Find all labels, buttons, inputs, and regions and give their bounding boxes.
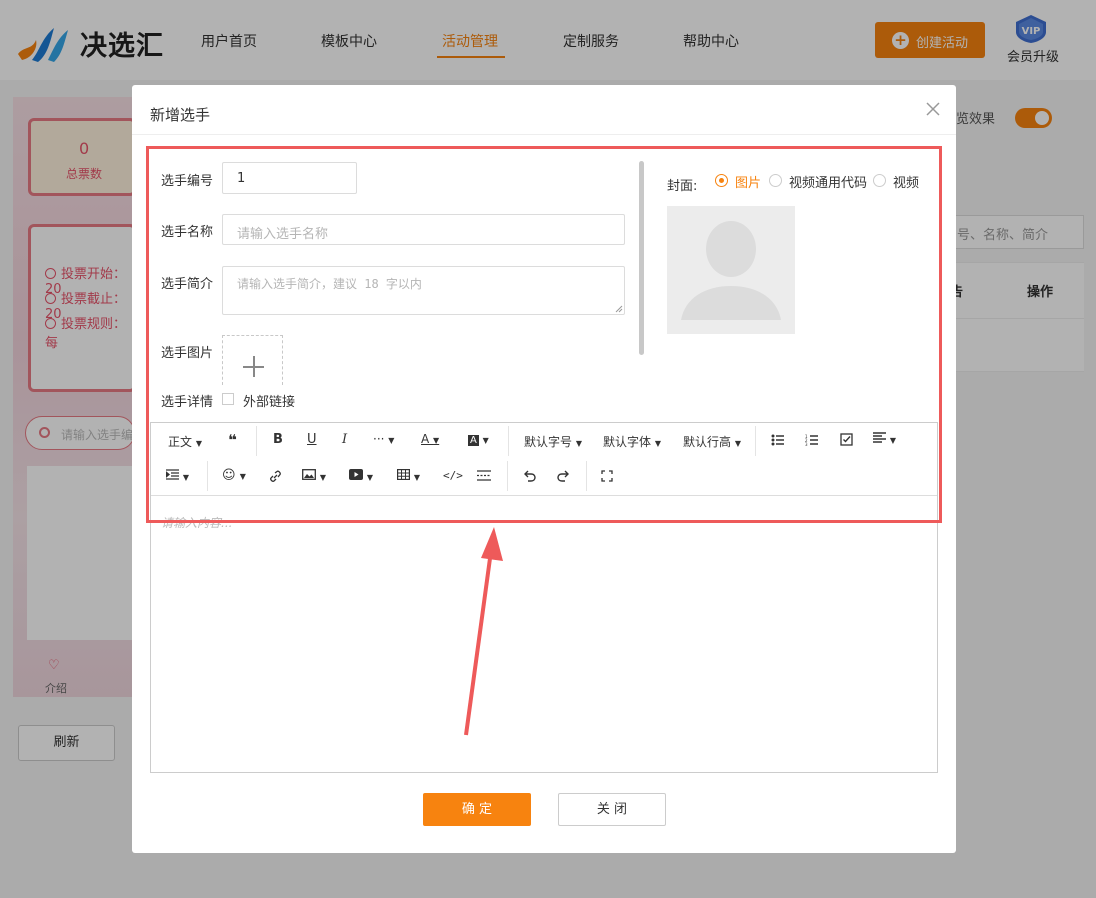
contestant-name-label: 选手名称 — [161, 225, 214, 240]
cover-video-label[interactable]: 视频 — [893, 172, 919, 191]
cover-label: 封面: — [667, 179, 698, 194]
table-icon — [397, 469, 411, 481]
external-link-checkbox[interactable] — [222, 393, 234, 405]
image-dropdown[interactable]: ▼ — [302, 469, 326, 483]
contestant-name-field[interactable]: 请输入选手名称 — [222, 214, 625, 245]
contestant-image-label: 选手图片 — [161, 346, 214, 361]
contestant-detail-label: 选手详情 — [161, 395, 214, 410]
cover-video-radio[interactable] — [873, 174, 886, 187]
emoji-icon: ☺ — [222, 468, 236, 483]
bullet-list-icon[interactable] — [771, 434, 785, 446]
code-icon[interactable]: </> — [443, 469, 463, 482]
line-height-label: 默认行高 — [683, 435, 732, 449]
font-size-dropdown[interactable]: 默认字号 ▼ — [524, 433, 582, 450]
contestant-intro-textarea[interactable]: 请输入选手简介，建议 18 字以内 — [222, 266, 625, 315]
cover-image-label[interactable]: 图片 — [735, 172, 761, 191]
paragraph-label: 正文 — [168, 435, 193, 449]
indent-icon — [165, 469, 179, 480]
video-icon — [349, 469, 363, 480]
contestant-name-placeholder: 请输入选手名称 — [237, 227, 329, 242]
italic-icon[interactable]: I — [342, 432, 347, 447]
resize-handle-icon[interactable] — [615, 305, 623, 313]
indent-dropdown[interactable]: ▼ — [165, 469, 189, 483]
align-dropdown[interactable]: ▼ — [873, 432, 896, 446]
confirm-button[interactable]: 确 定 — [423, 793, 531, 826]
dialog-title: 新增选手 — [150, 106, 211, 124]
underline-icon[interactable]: U — [307, 432, 317, 447]
external-link-label[interactable]: 外部链接 — [243, 391, 295, 410]
contestant-number-value: 1 — [237, 171, 246, 186]
table-dropdown[interactable]: ▼ — [397, 469, 420, 483]
contestant-number-label: 选手编号 — [161, 174, 214, 189]
caret-down-icon: ▼ — [195, 439, 202, 448]
bold-icon[interactable]: B — [273, 432, 283, 447]
toolbar-separator — [755, 426, 756, 456]
fullscreen-icon[interactable] — [601, 470, 613, 482]
rich-text-editor: 正文 ▼ ❝ B U I ··· ▼ A ▼ A ▼ 默认字号 ▼ 默认字体 ▼… — [150, 422, 938, 773]
toolbar-separator — [207, 461, 208, 491]
font-color-icon[interactable]: A ▼ — [421, 432, 439, 446]
paragraph-dropdown[interactable]: 正文 ▼ — [168, 433, 202, 450]
numbered-list-icon[interactable]: 123 — [805, 434, 819, 446]
editor-toolbar: 正文 ▼ ❝ B U I ··· ▼ A ▼ A ▼ 默认字号 ▼ 默认字体 ▼… — [151, 423, 937, 496]
background-color-icon[interactable]: A ▼ — [468, 432, 489, 446]
avatar-placeholder-icon — [681, 221, 781, 320]
form-scrollbar[interactable] — [639, 161, 644, 355]
toolbar-separator — [586, 461, 587, 491]
toolbar-separator — [507, 461, 508, 491]
cover-video-code-radio[interactable] — [769, 174, 782, 187]
svg-text:3: 3 — [805, 442, 808, 446]
dialog-header-divider — [132, 134, 956, 135]
todo-checkbox-icon[interactable] — [840, 433, 853, 446]
close-icon[interactable] — [923, 99, 943, 119]
font-family-dropdown[interactable]: 默认字体 ▼ — [603, 433, 661, 450]
add-contestant-dialog: 新增选手 选手编号 1 选手名称 请输入选手名称 选手简介 请输入选手简介，建议… — [132, 85, 956, 853]
toolbar-separator — [508, 426, 509, 456]
redo-icon[interactable] — [557, 470, 570, 482]
link-icon[interactable] — [269, 470, 282, 483]
font-size-label: 默认字号 — [524, 435, 573, 449]
video-dropdown[interactable]: ▼ — [349, 469, 373, 483]
line-height-dropdown[interactable]: 默认行高 ▼ — [683, 433, 741, 450]
divider-icon[interactable] — [477, 470, 491, 481]
cover-preview[interactable] — [667, 206, 795, 334]
contestant-intro-placeholder: 请输入选手简介，建议 18 字以内 — [237, 277, 422, 291]
close-button[interactable]: 关 闭 — [558, 793, 666, 826]
plus-icon — [253, 356, 255, 377]
more-format-icon[interactable]: ··· ▼ — [373, 432, 394, 446]
blockquote-icon[interactable]: ❝ — [228, 431, 237, 449]
undo-icon[interactable] — [523, 470, 536, 482]
emoji-dropdown[interactable]: ☺ ▼ — [222, 468, 246, 483]
image-icon — [302, 469, 316, 480]
cover-image-radio[interactable] — [715, 174, 728, 187]
contestant-number-field[interactable]: 1 — [222, 162, 357, 194]
editor-placeholder[interactable]: 请输入内容... — [161, 514, 232, 531]
cover-video-code-label[interactable]: 视频通用代码 — [789, 172, 867, 191]
align-left-icon — [873, 432, 886, 443]
font-family-label: 默认字体 — [603, 435, 652, 449]
image-upload-button[interactable] — [222, 335, 283, 385]
toolbar-separator — [256, 426, 257, 456]
contestant-intro-label: 选手简介 — [161, 277, 214, 292]
